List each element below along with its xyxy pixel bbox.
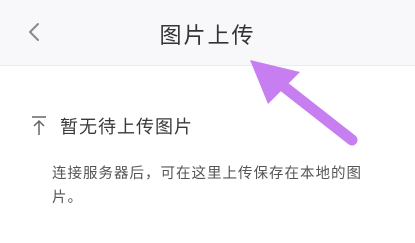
page-title: 图片上传 xyxy=(159,24,256,49)
empty-state-description: 连接服务器后，可在这里上传保存在本地的图片。 xyxy=(52,166,362,206)
upload-icon xyxy=(30,114,50,138)
top-navigation-bar: 图片上传 xyxy=(0,0,415,66)
upload-content-area: 暂无待上传图片 连接服务器后，可在这里上传保存在本地的图片。 xyxy=(0,67,415,243)
empty-state-header: 暂无待上传图片 xyxy=(30,113,193,139)
image-upload-screen: 图片上传 暂无待上传图片 连接服务器后，可在这里上传保存在本地的图片。 xyxy=(0,0,415,243)
empty-state-title: 暂无待上传图片 xyxy=(60,117,193,138)
